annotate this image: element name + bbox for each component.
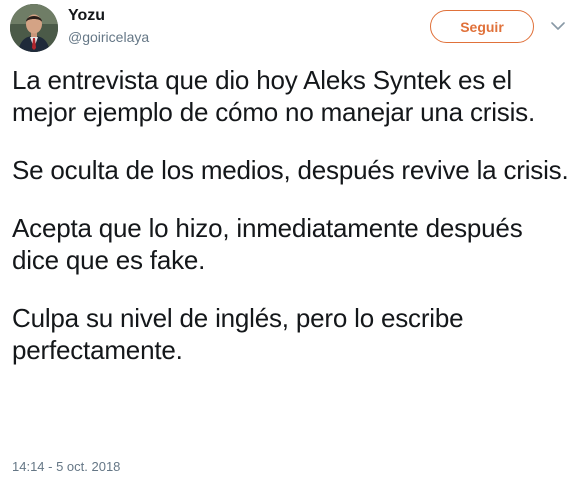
tweet-text: La entrevista que dio hoy Aleks Syntek e… <box>12 64 572 366</box>
tweet-menu-button[interactable] <box>548 16 568 36</box>
tweet-paragraph: La entrevista que dio hoy Aleks Syntek e… <box>12 65 535 127</box>
tweet-paragraph: Se oculta de los medios, después revive … <box>12 155 569 185</box>
display-name[interactable]: Yozu <box>68 7 105 25</box>
chevron-down-icon <box>551 21 565 30</box>
user-handle[interactable]: @goiricelaya <box>68 29 149 45</box>
avatar[interactable] <box>10 4 58 52</box>
profile-photo-icon <box>10 4 58 52</box>
tweet-paragraph: Culpa su nivel de inglés, pero lo escrib… <box>12 303 464 365</box>
tweet-card: Yozu @goiricelaya Seguir La entrevista q… <box>0 0 584 480</box>
tweet-paragraph: Acepta que lo hizo, inmediatamente despu… <box>12 213 523 275</box>
tweet-timestamp[interactable]: 14:14 - 5 oct. 2018 <box>12 459 120 474</box>
follow-button[interactable]: Seguir <box>430 10 534 43</box>
